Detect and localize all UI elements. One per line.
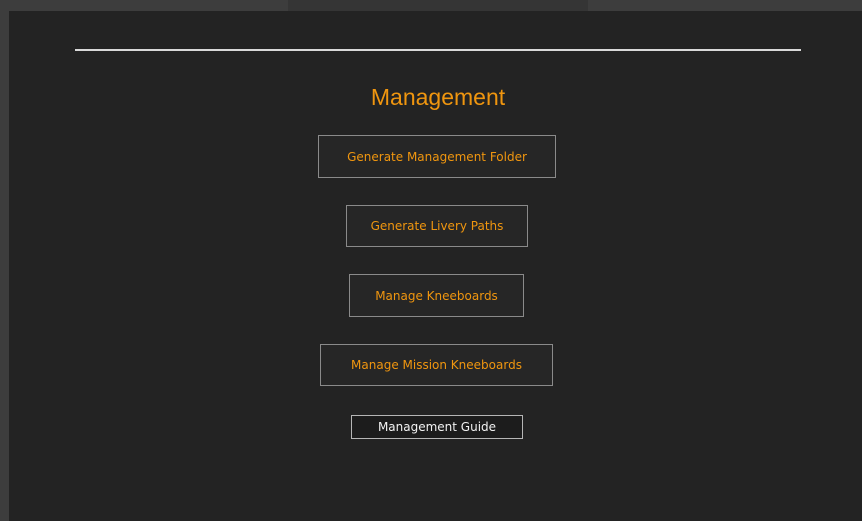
management-panel: Management Generate Management Folder Ge… [9, 11, 862, 521]
section-title: Management [370, 84, 506, 110]
manage-mission-kneeboards-button[interactable]: Manage Mission Kneeboards [320, 344, 553, 386]
manage-kneeboards-button[interactable]: Manage Kneeboards [349, 274, 524, 317]
top-strip [0, 0, 862, 11]
generate-management-folder-button[interactable]: Generate Management Folder [318, 135, 556, 178]
divider [75, 49, 801, 51]
top-strip-tab [288, 0, 588, 11]
management-guide-button[interactable]: Management Guide [351, 415, 523, 439]
generate-livery-paths-button[interactable]: Generate Livery Paths [346, 205, 528, 247]
